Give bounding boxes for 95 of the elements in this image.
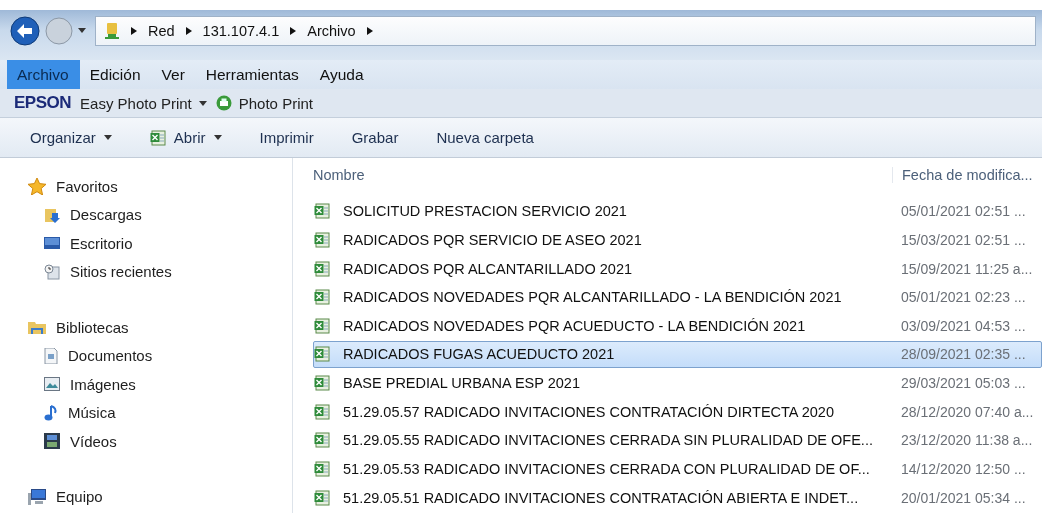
computer-icon [28, 488, 46, 505]
download-folder-icon [44, 206, 60, 223]
modified-date: 03/09/2021 04:53 ... [900, 317, 1026, 334]
file-row[interactable]: 51.29.05.51 RADICADO INVITACIONES CONTRATACIÓN ABIERTA E INDET... 20/01/2021 05:34 ... [313, 484, 1042, 511]
toolbar-button[interactable]: Imprimir [259, 129, 314, 146]
brand-logo: EPSON [14, 93, 72, 113]
film-icon [44, 433, 60, 450]
caret-icon [213, 135, 222, 140]
file-row[interactable]: RADICADOS PQR ALCANTARILLADO 2021 15/09/2021 11:25 a... [313, 255, 1042, 282]
desktop-icon [44, 236, 60, 251]
toolbar-button[interactable]: Organizar [30, 129, 112, 146]
menu-item[interactable]: Edición [79, 60, 152, 89]
modified-date: 28/12/2020 07:40 a... [900, 403, 1034, 420]
spreadsheet-icon [314, 260, 330, 277]
file-row[interactable]: 51.29.05.57 RADICADO INVITACIONES CONTRATACIÓN DIRTECTA 2020 28/12/2020 07:40 a... [313, 398, 1042, 425]
breadcrumb[interactable]: 131.107.4.1 [202, 22, 280, 39]
music-note-icon [44, 404, 58, 421]
file-name: SOLICITUD PRESTACION SERVICIO 2021 [343, 203, 627, 220]
toolbar-button[interactable]: Grabar [351, 129, 399, 146]
nav-item[interactable]: Música [28, 398, 292, 427]
library-folder-icon [28, 319, 46, 336]
file-row[interactable]: 51.29.05.55 RADICADO INVITACIONES CERRADA SIN PLURALIDAD DE OFE... 23/12/2020 11:38 a... [313, 427, 1042, 454]
network-folder-icon [104, 21, 120, 40]
modified-date: 14/12/2020 12:50 ... [900, 460, 1026, 477]
file-name: RADICADOS PQR SERVICIO DE ASEO 2021 [343, 231, 642, 248]
spreadsheet-icon [314, 460, 330, 477]
file-name: RADICADOS NOVEDADES PQR ACUEDUCTO - LA BENDICIÓN 2021 [343, 317, 806, 334]
address-bar[interactable]: Red 131.107.4.1 Archivo [95, 15, 1036, 46]
file-name: RADICADOS NOVEDADES PQR ALCANTARILLADO - LA BENDICIÓN 2021 [343, 289, 842, 306]
star-icon [28, 177, 46, 195]
modified-date: 05/01/2021 02:23 ... [900, 289, 1026, 306]
caret-icon [198, 100, 207, 106]
modified-date: 23/12/2020 11:38 a... [900, 432, 1033, 449]
chevron-icon [366, 26, 373, 35]
file-name: RADICADOS FUGAS ACUEDUCTO 2021 [343, 346, 615, 363]
spreadsheet-icon [314, 375, 330, 392]
file-row[interactable]: 51.29.05.53 RADICADO INVITACIONES CERRADA CON PLURALIDAD DE OF... 14/12/2020 12:50 ... [313, 455, 1042, 483]
menu-item[interactable]: Herramientas [195, 60, 310, 89]
recent-places-icon [44, 263, 60, 280]
file-row[interactable]: RADICADOS NOVEDADES PQR ALCANTARILLADO - LA BENDICIÓN 2021 05/01/2021 02:23 ... [313, 284, 1042, 311]
toolbar-button[interactable]: Photo Print [215, 94, 313, 112]
file-row[interactable]: BASE PREDIAL URBANA ESP 2021 29/03/2021 05:03 ... [313, 369, 1042, 397]
nav-item[interactable]: Equipo [28, 482, 292, 511]
breadcrumb[interactable]: Red [148, 22, 175, 39]
file-name: BASE PREDIAL URBANA ESP 2021 [343, 375, 580, 392]
chevron-icon [131, 26, 137, 35]
spreadsheet-icon [314, 317, 330, 334]
chevron-icon [185, 26, 192, 35]
spreadsheet-icon [314, 346, 330, 363]
nav-item[interactable]: Documentos [28, 341, 292, 370]
modified-date: 28/09/2021 02:35 ... [900, 346, 1026, 363]
spreadsheet-icon [314, 432, 330, 449]
spreadsheet-icon [149, 129, 166, 146]
file-name: 51.29.05.53 RADICADO INVITACIONES CERRADA CON PLURALIDAD DE OF... [343, 460, 870, 477]
back-icon[interactable] [10, 15, 40, 46]
caret-icon [78, 28, 86, 33]
spreadsheet-icon [314, 403, 330, 420]
nav-item[interactable]: Descargas [28, 200, 292, 229]
toolbar-button[interactable]: Abrir [149, 129, 222, 146]
menu-item[interactable]: Ver [151, 60, 196, 89]
caret-icon [103, 135, 112, 140]
file-name: 51.29.05.55 RADICADO INVITACIONES CERRADA SIN PLURALIDAD DE OFE... [343, 432, 873, 449]
file-row[interactable]: RADICADOS PQR SERVICIO DE ASEO 2021 15/03/2021 02:51 ... [313, 226, 1042, 254]
menu-item[interactable]: Ayuda [309, 60, 375, 89]
file-name: 51.29.05.57 RADICADO INVITACIONES CONTRATACIÓN DIRTECTA 2020 [343, 403, 834, 420]
modified-date: 15/03/2021 02:51 ... [900, 231, 1026, 248]
spreadsheet-icon [314, 231, 330, 248]
nav-item[interactable]: Bibliotecas [28, 313, 292, 342]
nav-item[interactable]: Imágenes [28, 370, 292, 399]
column-header[interactable]: Nombre [313, 167, 892, 184]
spreadsheet-icon [314, 489, 330, 506]
spreadsheet-icon [314, 289, 330, 306]
toolbar-button[interactable]: Nueva carpeta [436, 129, 534, 146]
button-label: Photo Print [238, 94, 313, 112]
column-header[interactable]: Fecha de modifica... [892, 167, 1042, 184]
nav-item[interactable]: Sitios recientes [28, 257, 292, 286]
breadcrumb[interactable]: Archivo [307, 22, 356, 39]
printer-icon [215, 95, 232, 111]
file-row[interactable]: RADICADOS FUGAS ACUEDUCTO 2021 28/09/2021 02:35 ... [313, 341, 1042, 368]
modified-date: 20/01/2021 05:34 ... [900, 489, 1026, 506]
file-name: 51.29.05.51 RADICADO INVITACIONES CONTRATACIÓN ABIERTA E INDET... [343, 489, 859, 506]
picture-icon [44, 377, 60, 392]
document-icon [44, 347, 58, 364]
modified-date: 15/09/2021 11:25 a... [900, 260, 1033, 277]
file-row[interactable]: RADICADOS NOVEDADES PQR ACUEDUCTO - LA BENDICIÓN 2021 03/09/2021 04:53 ... [313, 312, 1042, 339]
nav-item[interactable]: Vídeos [28, 427, 292, 456]
modified-date: 29/03/2021 05:03 ... [900, 375, 1026, 392]
file-row[interactable]: SOLICITUD PRESTACION SERVICIO 2021 05/01/2021 02:51 ... [313, 198, 1042, 225]
nav-item[interactable]: Favoritos [28, 172, 292, 201]
nav-item[interactable]: Escritorio [28, 229, 292, 258]
modified-date: 05/01/2021 02:51 ... [900, 203, 1026, 220]
file-name: RADICADOS PQR ALCANTARILLADO 2021 [343, 260, 633, 277]
spreadsheet-icon [314, 203, 330, 220]
menu-item[interactable]: Archivo [7, 60, 80, 89]
chevron-icon [290, 26, 297, 35]
